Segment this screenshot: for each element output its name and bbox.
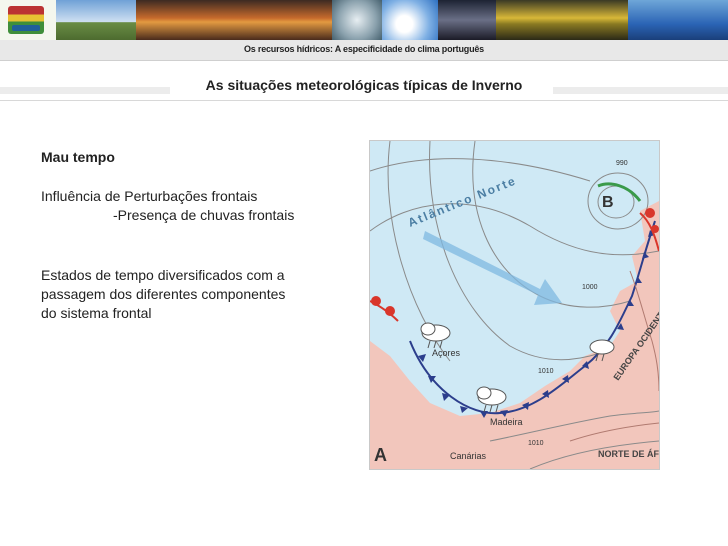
caption-bar: Os recursos hídricos: A especificidade d… [0, 40, 728, 61]
banner-photo [496, 0, 628, 40]
azores-label: Açores [432, 348, 461, 358]
header-banner [0, 0, 728, 40]
body-line: do sistema frontal [41, 305, 152, 321]
banner-photo [332, 0, 382, 40]
banner-photo [628, 0, 728, 40]
isobar-label: 1010 [538, 368, 554, 375]
low-pressure-label: B [602, 194, 614, 211]
title-divider [0, 100, 728, 101]
isobar-label: 1010 [528, 440, 544, 447]
weather-map: Atlântico Norte B A 990 1000 1010 1010 A… [369, 140, 660, 470]
banner-photo [56, 0, 136, 40]
banner-photo [136, 0, 332, 40]
slide-body: Mau tempo Influência de Perturbações fro… [41, 148, 341, 323]
canarias-label: Canárias [450, 451, 487, 461]
presentation-caption: Os recursos hídricos: A especificidade d… [243, 44, 484, 54]
banner-photo [382, 0, 438, 40]
body-line: passagem dos diferentes componentes [41, 286, 286, 302]
banner-photo [438, 0, 496, 40]
isobar-label: 990 [616, 160, 628, 167]
africa-label: NORTE DE ÁFRICA [598, 449, 659, 459]
body-line: Estados de tempo diversificados com a [41, 267, 285, 283]
high-pressure-label: A [374, 445, 387, 465]
logo [0, 0, 56, 40]
body-line: Influência de Perturbações frontais [41, 188, 258, 204]
body-line: -Presença de chuvas frontais [113, 207, 295, 223]
weather-map-graphic: Atlântico Norte B A 990 1000 1010 1010 A… [370, 141, 659, 469]
isobar-label: 1000 [582, 284, 598, 291]
madeira-label: Madeira [490, 417, 523, 427]
section-heading: Mau tempo [41, 149, 115, 165]
slide-title: As situações meteorológicas típicas de I… [205, 77, 523, 93]
